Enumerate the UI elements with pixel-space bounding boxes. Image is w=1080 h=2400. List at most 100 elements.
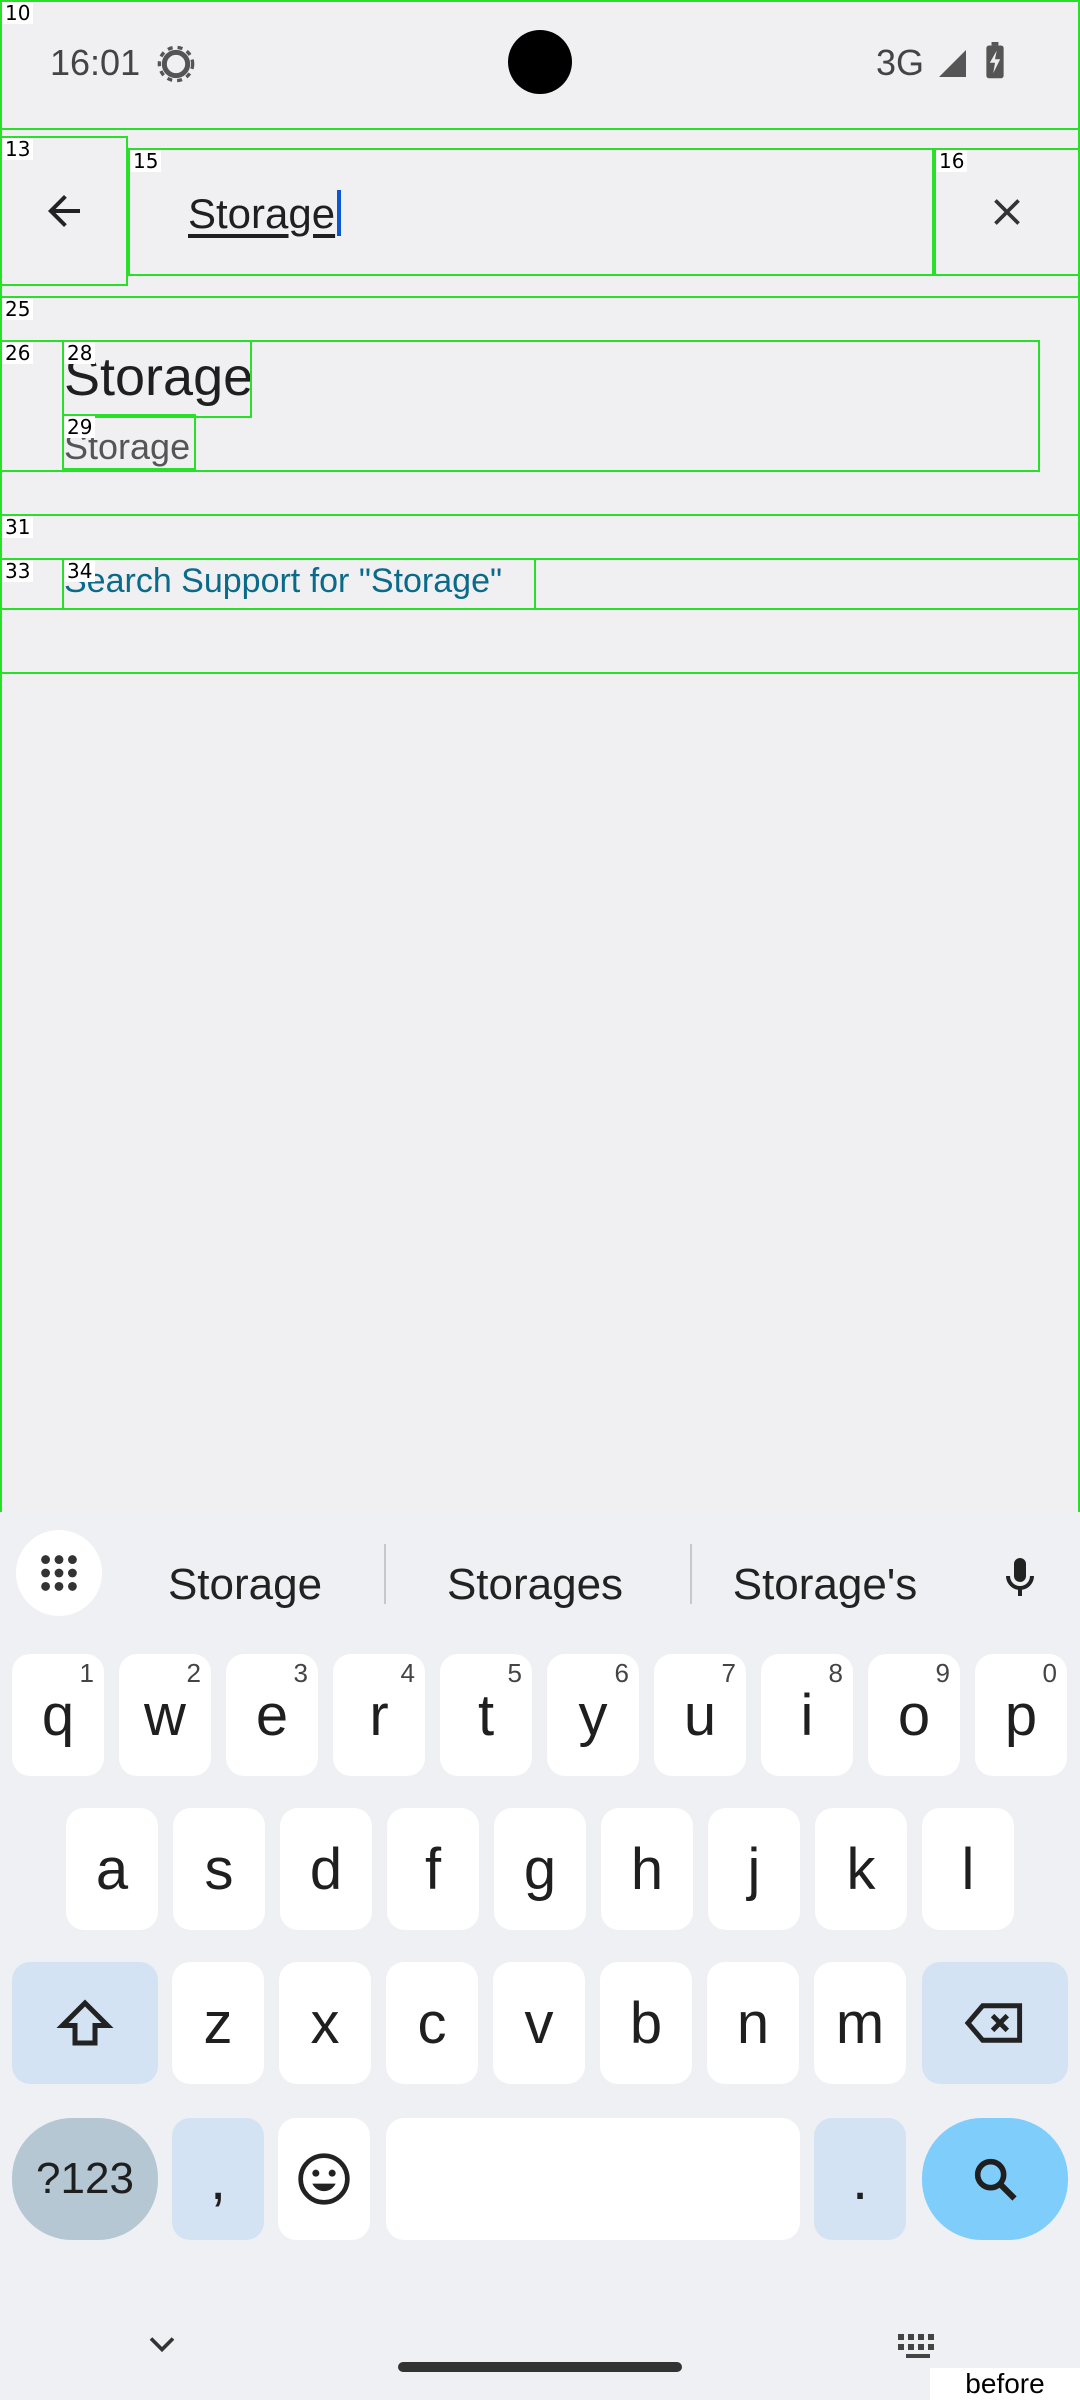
key-label: m xyxy=(835,1990,885,2056)
key-label: c xyxy=(417,1990,447,2056)
key-label: q xyxy=(41,1682,75,1748)
suggestion-2[interactable]: Storages xyxy=(400,1540,670,1630)
key-k[interactable]: k xyxy=(815,1808,907,1930)
keyboard-switch-button[interactable] xyxy=(894,2322,942,2366)
key-f[interactable]: f xyxy=(387,1808,479,1930)
space-key[interactable] xyxy=(386,2118,800,2240)
period-key[interactable]: . xyxy=(814,2118,906,2240)
key-label: h xyxy=(630,1836,664,1902)
suggestion-divider xyxy=(690,1544,692,1604)
key-j[interactable]: j xyxy=(708,1808,800,1930)
key-label: j xyxy=(747,1836,761,1902)
key-label: f xyxy=(424,1836,442,1902)
key-label: e xyxy=(255,1682,289,1748)
debug-box-back: 13 xyxy=(0,136,128,286)
debug-tag: 25 xyxy=(2,298,34,320)
key-label: y xyxy=(578,1682,608,1748)
key-hint: 4 xyxy=(400,1658,415,1688)
key-label: i xyxy=(800,1682,814,1748)
key-x[interactable]: x xyxy=(279,1962,371,2084)
keyboard-apps-button[interactable] xyxy=(16,1530,102,1616)
debug-tag: 16 xyxy=(936,150,968,172)
home-gesture-bar[interactable] xyxy=(398,2362,682,2372)
key-hint: 3 xyxy=(293,1658,308,1688)
comma-key[interactable]: , xyxy=(172,2118,264,2240)
key-p[interactable]: p0 xyxy=(975,1654,1067,1776)
debug-tag: 29 xyxy=(64,416,96,438)
chevron-down-icon xyxy=(149,2337,175,2353)
key-v[interactable]: v xyxy=(493,1962,585,2084)
key-o[interactable]: o9 xyxy=(868,1654,960,1776)
key-b[interactable]: b xyxy=(600,1962,692,2084)
key-t[interactable]: t5 xyxy=(440,1654,532,1776)
key-s[interactable]: s xyxy=(173,1808,265,1930)
debug-box-field: 15 xyxy=(128,148,934,276)
key-l[interactable]: l xyxy=(922,1808,1014,1930)
hide-keyboard-button[interactable] xyxy=(140,2322,184,2366)
key-label: u xyxy=(683,1682,717,1748)
on-screen-keyboard xyxy=(0,1512,1080,2400)
key-hint: 9 xyxy=(935,1658,950,1688)
backspace-key[interactable] xyxy=(922,1962,1068,2084)
emoji-icon xyxy=(298,2153,350,2205)
debug-tag: 13 xyxy=(2,138,34,160)
grid-dots-icon xyxy=(41,1555,77,1591)
overlay-caption: before xyxy=(930,2368,1080,2400)
key-label: g xyxy=(523,1836,557,1902)
key-label: l xyxy=(961,1836,975,1902)
symbols-key[interactable]: ?123 xyxy=(12,2118,158,2240)
key-hint: 0 xyxy=(1042,1658,1057,1688)
key-hint: 1 xyxy=(79,1658,94,1688)
key-e[interactable]: e3 xyxy=(226,1654,318,1776)
key-label: a xyxy=(95,1836,129,1902)
key-hint: 2 xyxy=(186,1658,201,1688)
key-label: n xyxy=(736,1990,770,2056)
key-hint: 6 xyxy=(614,1658,629,1688)
key-label: t xyxy=(477,1682,495,1748)
key-h[interactable]: h xyxy=(601,1808,693,1930)
key-label: d xyxy=(309,1836,343,1902)
debug-box-clear: 16 xyxy=(934,148,1080,276)
key-label: v xyxy=(524,1990,554,2056)
shift-key[interactable] xyxy=(12,1962,158,2084)
search-enter-key[interactable] xyxy=(922,2118,1068,2240)
suggestion-1[interactable]: Storage xyxy=(120,1540,370,1630)
debug-tag: 10 xyxy=(2,2,34,24)
key-d[interactable]: d xyxy=(280,1808,372,1930)
key-m[interactable]: m xyxy=(814,1962,906,2084)
suggestion-3[interactable]: Storage's xyxy=(700,1540,950,1630)
voice-input-button[interactable] xyxy=(980,1538,1060,1618)
debug-tag: 15 xyxy=(130,150,162,172)
emoji-key[interactable] xyxy=(278,2118,370,2240)
key-label: o xyxy=(897,1682,931,1748)
key-a[interactable]: a xyxy=(66,1808,158,1930)
debug-tag: 33 xyxy=(2,560,34,582)
key-c[interactable]: c xyxy=(386,1962,478,2084)
microphone-icon xyxy=(1006,1558,1034,1596)
key-g[interactable]: g xyxy=(494,1808,586,1930)
key-z[interactable]: z xyxy=(172,1962,264,2084)
key-label: w xyxy=(144,1682,186,1748)
key-w[interactable]: w2 xyxy=(119,1654,211,1776)
backspace-icon xyxy=(964,2003,1023,2043)
key-hint: 5 xyxy=(507,1658,522,1688)
debug-box-title: 28 xyxy=(62,340,252,418)
key-u[interactable]: u7 xyxy=(654,1654,746,1776)
key-label: b xyxy=(629,1990,663,2056)
debug-tag: 26 xyxy=(2,342,34,364)
debug-tag: 31 xyxy=(2,516,34,538)
key-n[interactable]: n xyxy=(707,1962,799,2084)
key-r[interactable]: r4 xyxy=(333,1654,425,1776)
key-hint: 8 xyxy=(828,1658,843,1688)
key-label: k xyxy=(846,1836,876,1902)
key-i[interactable]: i8 xyxy=(761,1654,853,1776)
debug-tag: 28 xyxy=(64,342,96,364)
search-icon xyxy=(974,2158,1017,2201)
key-q[interactable]: q1 xyxy=(12,1654,104,1776)
debug-tag: 34 xyxy=(64,560,96,582)
key-label: z xyxy=(203,1990,233,2056)
key-label: p xyxy=(1004,1682,1038,1748)
key-y[interactable]: y6 xyxy=(547,1654,639,1776)
key-hint: 7 xyxy=(721,1658,736,1688)
suggestion-divider xyxy=(384,1544,386,1604)
